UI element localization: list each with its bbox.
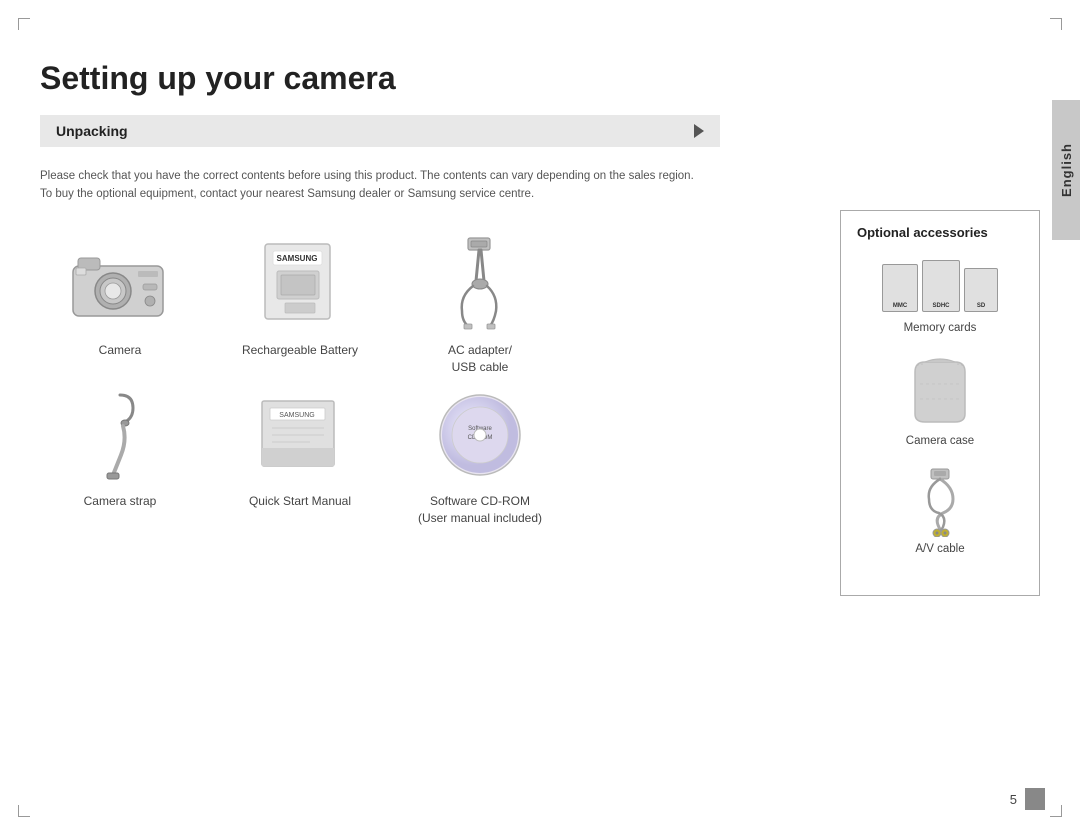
cdrom-image: Software CD-ROM xyxy=(425,385,535,485)
optional-item-camera-case: Camera case xyxy=(857,354,1023,447)
item-manual: SAMSUNG Quick Start Manual xyxy=(220,385,380,527)
camera-image xyxy=(65,234,175,334)
camera-case-image xyxy=(900,354,980,429)
optional-item-memory-cards: MMC SDHC SD xyxy=(857,256,1023,334)
item-battery: SAMSUNG Rechargeable Battery xyxy=(220,234,380,376)
strap-label: Camera strap xyxy=(84,493,157,510)
item-camera: Camera xyxy=(40,234,200,376)
mmc-label: MMC xyxy=(893,303,907,309)
english-label: English xyxy=(1059,143,1074,197)
page-number-area: 5 xyxy=(1010,788,1045,810)
camera-case-icon xyxy=(905,354,975,429)
battery-label: Rechargeable Battery xyxy=(242,342,358,359)
corner-tl xyxy=(18,18,30,30)
page-number-box xyxy=(1025,788,1045,810)
description: Please check that you have the correct c… xyxy=(40,167,720,204)
item-strap: Camera strap xyxy=(40,385,200,527)
item-ac-adapter: AC adapter/USB cable xyxy=(400,234,560,376)
av-cable-image xyxy=(900,467,980,537)
battery-icon: SAMSUNG xyxy=(255,239,345,329)
corner-tr xyxy=(1050,18,1062,30)
page: English Setting up your camera Unpacking… xyxy=(0,0,1080,835)
cdrom-label: Software CD-ROM(User manual included) xyxy=(418,493,542,527)
svg-text:SAMSUNG: SAMSUNG xyxy=(279,412,314,419)
optional-title: Optional accessories xyxy=(857,225,1023,240)
memory-cards-label: Memory cards xyxy=(904,322,977,334)
battery-image: SAMSUNG xyxy=(245,234,355,334)
manual-image: SAMSUNG xyxy=(245,385,355,485)
section-header-arrow-icon xyxy=(694,124,704,138)
manual-label: Quick Start Manual xyxy=(249,493,351,510)
ac-adapter-label: AC adapter/USB cable xyxy=(448,342,512,376)
strap-image xyxy=(65,385,175,485)
item-cdrom: Software CD-ROM Software CD-ROM(User man… xyxy=(400,385,560,527)
sdhc-card: SDHC xyxy=(922,260,960,312)
memory-cards-image: MMC SDHC SD xyxy=(875,256,1005,316)
mmc-card: MMC xyxy=(882,264,918,312)
ac-adapter-icon xyxy=(440,236,520,331)
manual-icon: SAMSUNG xyxy=(250,393,350,478)
strap-icon xyxy=(85,390,155,480)
ac-adapter-image xyxy=(425,234,535,334)
sd-label: SD xyxy=(977,303,985,309)
sd-card: SD xyxy=(964,268,998,312)
camera-icon xyxy=(68,246,173,321)
section-header: Unpacking xyxy=(40,115,720,147)
camera-label: Camera xyxy=(99,342,142,359)
camera-case-label: Camera case xyxy=(906,435,974,447)
sdhc-label: SDHC xyxy=(932,303,949,309)
page-number: 5 xyxy=(1010,792,1017,807)
corner-bl xyxy=(18,805,30,817)
svg-text:SAMSUNG: SAMSUNG xyxy=(277,254,318,263)
page-title: Setting up your camera xyxy=(40,60,1040,97)
cdrom-icon: Software CD-ROM xyxy=(433,388,528,483)
memory-cards-row: MMC SDHC SD xyxy=(882,260,998,312)
english-tab: English xyxy=(1052,100,1080,240)
section-header-title: Unpacking xyxy=(56,123,128,139)
optional-accessories-box: Optional accessories MMC SDHC xyxy=(840,210,1040,596)
av-cable-icon xyxy=(903,467,978,537)
av-cable-label: A/V cable xyxy=(915,543,964,555)
corner-br xyxy=(1050,805,1062,817)
optional-item-av-cable: A/V cable xyxy=(857,467,1023,555)
